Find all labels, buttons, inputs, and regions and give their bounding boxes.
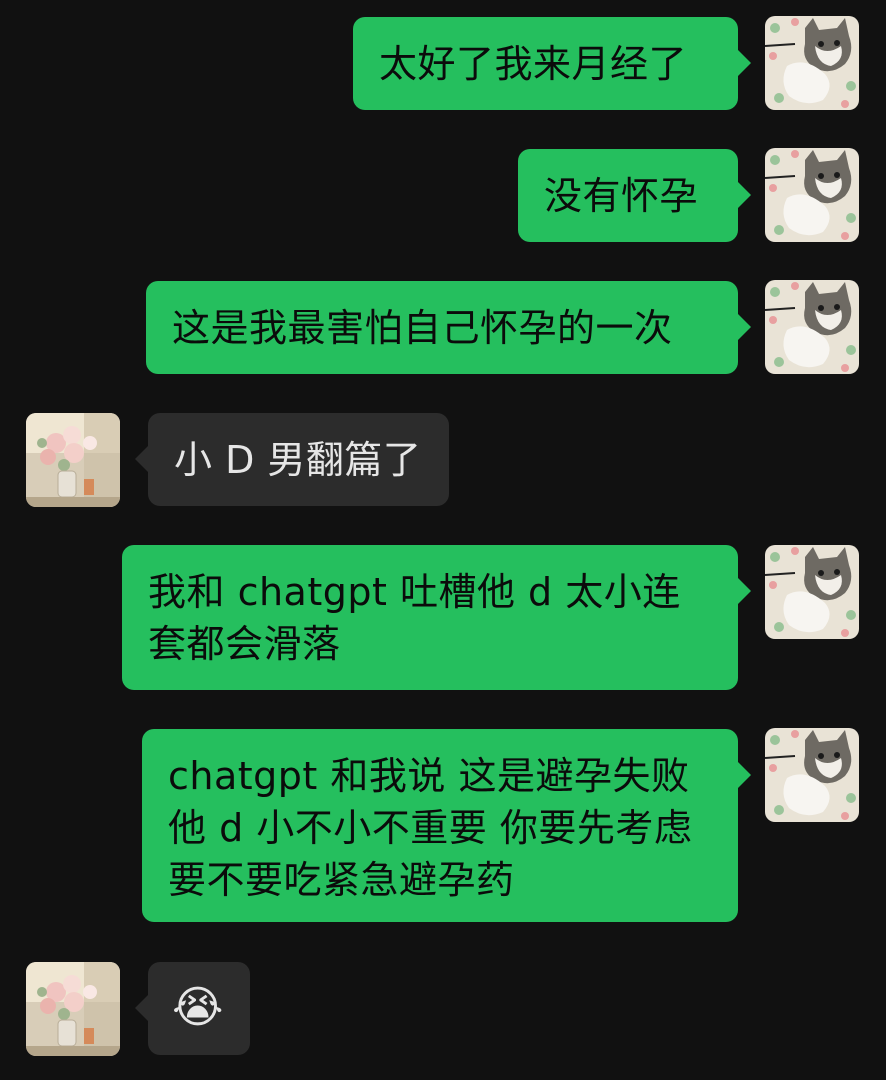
self-avatar[interactable] <box>765 545 859 639</box>
message-bubble-self[interactable]: chatgpt 和我说 这是避孕失败 他 d 小不小不重要 你要先考虑要不要吃紧… <box>142 729 751 922</box>
cat-avatar-icon <box>765 545 859 639</box>
flower-bouquet-avatar-icon <box>26 962 120 1056</box>
message-bubble-self[interactable]: 我和 chatgpt 吐槽他 d 太小连套都会滑落 <box>122 545 751 690</box>
message-bubble-self[interactable]: 太好了我来月经了 <box>353 17 751 110</box>
self-avatar[interactable] <box>765 16 859 110</box>
flower-bouquet-avatar-icon <box>26 413 120 507</box>
message-text: 小 D 男翻篇了 <box>174 438 422 482</box>
message-text: 太好了我来月经了 <box>379 42 688 86</box>
message-bubble-contact[interactable]: 😭 <box>135 962 250 1055</box>
cat-avatar-icon <box>765 148 859 242</box>
self-avatar[interactable] <box>765 148 859 242</box>
message-text: 我和 chatgpt 吐槽他 d 太小连套都会滑落 <box>148 570 681 666</box>
message-text: chatgpt 和我说 这是避孕失败 他 d 小不小不重要 你要先考虑要不要吃紧… <box>168 754 693 902</box>
message-text: 没有怀孕 <box>544 174 699 218</box>
chat-area[interactable]: 太好了我来月经了 没有怀孕 这是我最害怕自己怀孕的一次 小 D 男翻篇了 我和 … <box>0 0 886 1080</box>
contact-avatar[interactable] <box>26 413 120 507</box>
self-avatar[interactable] <box>765 280 859 374</box>
crying-face-emoji: 😭 <box>172 982 224 1033</box>
message-bubble-self[interactable]: 这是我最害怕自己怀孕的一次 <box>146 281 751 374</box>
contact-avatar[interactable] <box>26 962 120 1056</box>
message-bubble-contact[interactable]: 小 D 男翻篇了 <box>135 413 449 506</box>
cat-avatar-icon <box>765 728 859 822</box>
message-text: 这是我最害怕自己怀孕的一次 <box>172 306 673 350</box>
cat-avatar-icon <box>765 280 859 374</box>
message-bubble-self[interactable]: 没有怀孕 <box>518 149 751 242</box>
self-avatar[interactable] <box>765 728 859 822</box>
cat-avatar-icon <box>765 16 859 110</box>
